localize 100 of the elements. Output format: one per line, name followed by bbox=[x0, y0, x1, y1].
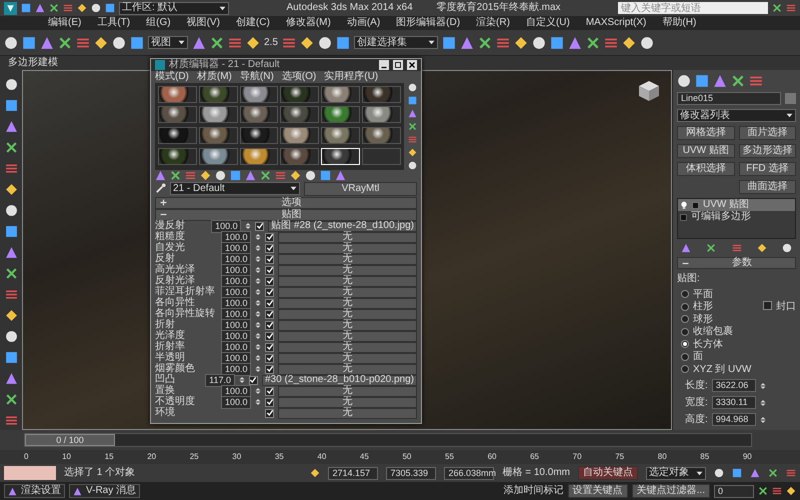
diamond-icon[interactable] bbox=[4, 183, 18, 196]
checkbox[interactable] bbox=[265, 332, 274, 340]
spinner-icon[interactable] bbox=[255, 256, 261, 262]
triangle-icon[interactable] bbox=[155, 170, 166, 180]
triangle-icon[interactable] bbox=[4, 246, 18, 259]
circle-icon[interactable] bbox=[640, 36, 654, 50]
material-slot[interactable] bbox=[362, 86, 401, 102]
map-slot-button[interactable]: 无 bbox=[278, 308, 417, 320]
maximize-icon[interactable] bbox=[393, 60, 403, 70]
triangle-icon[interactable] bbox=[335, 170, 346, 180]
menu-item[interactable]: 图形编辑器(D) bbox=[396, 17, 460, 29]
material-slot[interactable] bbox=[198, 106, 238, 124]
checkbox[interactable] bbox=[265, 310, 274, 318]
checkbox[interactable] bbox=[248, 376, 258, 384]
map-slot-button[interactable]: 无 bbox=[278, 364, 417, 374]
square-icon[interactable] bbox=[695, 74, 709, 88]
material-type-button[interactable]: VRayMtl bbox=[304, 182, 417, 196]
stack-item[interactable]: 可编辑多边形 bbox=[678, 211, 795, 223]
triangle-icon[interactable] bbox=[4, 120, 18, 133]
material-slot[interactable] bbox=[280, 148, 320, 165]
triangle-icon[interactable] bbox=[681, 243, 691, 253]
lines-icon[interactable] bbox=[4, 162, 18, 175]
radio-button[interactable] bbox=[681, 315, 689, 324]
cross-icon[interactable] bbox=[49, 3, 59, 13]
number-field[interactable]: 3622.06 bbox=[712, 379, 756, 392]
rollout-header[interactable]: 贴图 bbox=[155, 208, 417, 220]
menu-item[interactable]: 工具(T) bbox=[97, 17, 130, 29]
checkbox[interactable] bbox=[265, 408, 274, 418]
spinner-icon[interactable] bbox=[760, 400, 766, 406]
square-icon[interactable] bbox=[732, 468, 742, 478]
lines-icon[interactable] bbox=[282, 36, 296, 50]
triangle-icon[interactable] bbox=[460, 36, 474, 50]
menu-item[interactable]: 实用程序(U) bbox=[324, 71, 378, 82]
map-slot-button[interactable]: 贴图 #28 (2_stone-28_d100.jpg) bbox=[268, 220, 417, 232]
modifier-button[interactable]: 网格选择 bbox=[677, 126, 734, 140]
triangle-icon[interactable] bbox=[40, 36, 54, 50]
map-slot-button[interactable]: 无 bbox=[278, 242, 417, 254]
material-slot[interactable] bbox=[240, 148, 278, 165]
diamond-icon[interactable] bbox=[4, 309, 18, 322]
modifier-button[interactable]: 体积选择 bbox=[677, 162, 734, 176]
checkbox[interactable] bbox=[265, 244, 274, 252]
diamond-icon[interactable] bbox=[77, 3, 87, 13]
square-icon[interactable] bbox=[442, 36, 456, 50]
minimized-window[interactable]: V-Ray 消息 bbox=[69, 484, 140, 498]
coordinate-field[interactable]: 266.038mm bbox=[444, 466, 494, 480]
square-icon[interactable] bbox=[21, 3, 31, 13]
eyedropper-icon[interactable] bbox=[155, 183, 166, 194]
cross-icon[interactable] bbox=[478, 36, 492, 50]
lines-icon[interactable] bbox=[732, 243, 742, 253]
circle-icon[interactable] bbox=[408, 82, 417, 92]
triangle-icon[interactable] bbox=[192, 36, 206, 50]
number-field[interactable]: 3330.11 bbox=[712, 396, 756, 409]
material-slot[interactable] bbox=[240, 106, 278, 124]
spinner-icon[interactable] bbox=[255, 234, 261, 240]
material-editor-window[interactable] bbox=[150, 58, 422, 424]
modifier-button[interactable]: FFD 选择 bbox=[738, 162, 796, 176]
diamond-icon[interactable] bbox=[756, 243, 767, 253]
cross-icon[interactable] bbox=[706, 243, 716, 253]
menu-item[interactable]: 自定义(U) bbox=[526, 17, 570, 29]
caret-icon[interactable] bbox=[290, 185, 297, 192]
workspace-dropdown[interactable]: 工作区: 默认 bbox=[119, 2, 229, 14]
menu-item[interactable]: 帮助(H) bbox=[662, 17, 696, 29]
circle-icon[interactable] bbox=[4, 36, 18, 50]
checkbox[interactable] bbox=[265, 276, 274, 286]
map-slot-button[interactable]: 无 bbox=[278, 386, 417, 396]
map-slot-button[interactable]: 无 bbox=[278, 254, 417, 264]
cross-icon[interactable] bbox=[772, 3, 782, 13]
menu-item[interactable]: 渲染(R) bbox=[476, 17, 510, 29]
cross-icon[interactable] bbox=[170, 170, 181, 180]
checkbox[interactable] bbox=[265, 266, 274, 274]
square-icon[interactable] bbox=[22, 36, 36, 50]
checkbox[interactable] bbox=[265, 354, 274, 362]
menu-item[interactable]: 选项(O) bbox=[282, 71, 316, 82]
circle-icon[interactable] bbox=[4, 204, 18, 217]
map-slot-button[interactable]: 无 bbox=[278, 408, 417, 418]
lines-icon[interactable] bbox=[4, 288, 18, 301]
map-slot-button[interactable]: 无 bbox=[278, 352, 417, 364]
cross-icon[interactable] bbox=[768, 468, 778, 478]
square-icon[interactable] bbox=[4, 351, 18, 364]
diamond-icon[interactable] bbox=[622, 36, 636, 50]
checkbox[interactable] bbox=[265, 342, 274, 352]
material-slot[interactable] bbox=[321, 106, 360, 124]
radio-button[interactable] bbox=[681, 290, 689, 298]
diamond-icon[interactable] bbox=[94, 36, 108, 50]
material-slot[interactable] bbox=[280, 127, 320, 144]
material-slot[interactable] bbox=[240, 127, 278, 144]
map-slot-button[interactable]: #30 (2_stone-28_b010-p020.png) bbox=[262, 374, 417, 386]
lines-icon[interactable] bbox=[63, 3, 73, 13]
material-slot[interactable] bbox=[158, 86, 197, 102]
map-slot-button[interactable]: 无 bbox=[278, 298, 417, 308]
spinner-icon[interactable] bbox=[255, 388, 261, 394]
minimize-icon[interactable] bbox=[379, 60, 389, 70]
checkbox[interactable] bbox=[265, 320, 274, 330]
plus-icon[interactable] bbox=[160, 199, 167, 206]
checkbox[interactable] bbox=[255, 222, 264, 230]
circle-icon[interactable] bbox=[215, 170, 226, 180]
close-icon[interactable] bbox=[407, 60, 417, 70]
caret-icon[interactable] bbox=[219, 4, 226, 12]
modifier-button[interactable]: 多边形选择 bbox=[738, 144, 796, 158]
cross-icon[interactable] bbox=[210, 36, 224, 50]
